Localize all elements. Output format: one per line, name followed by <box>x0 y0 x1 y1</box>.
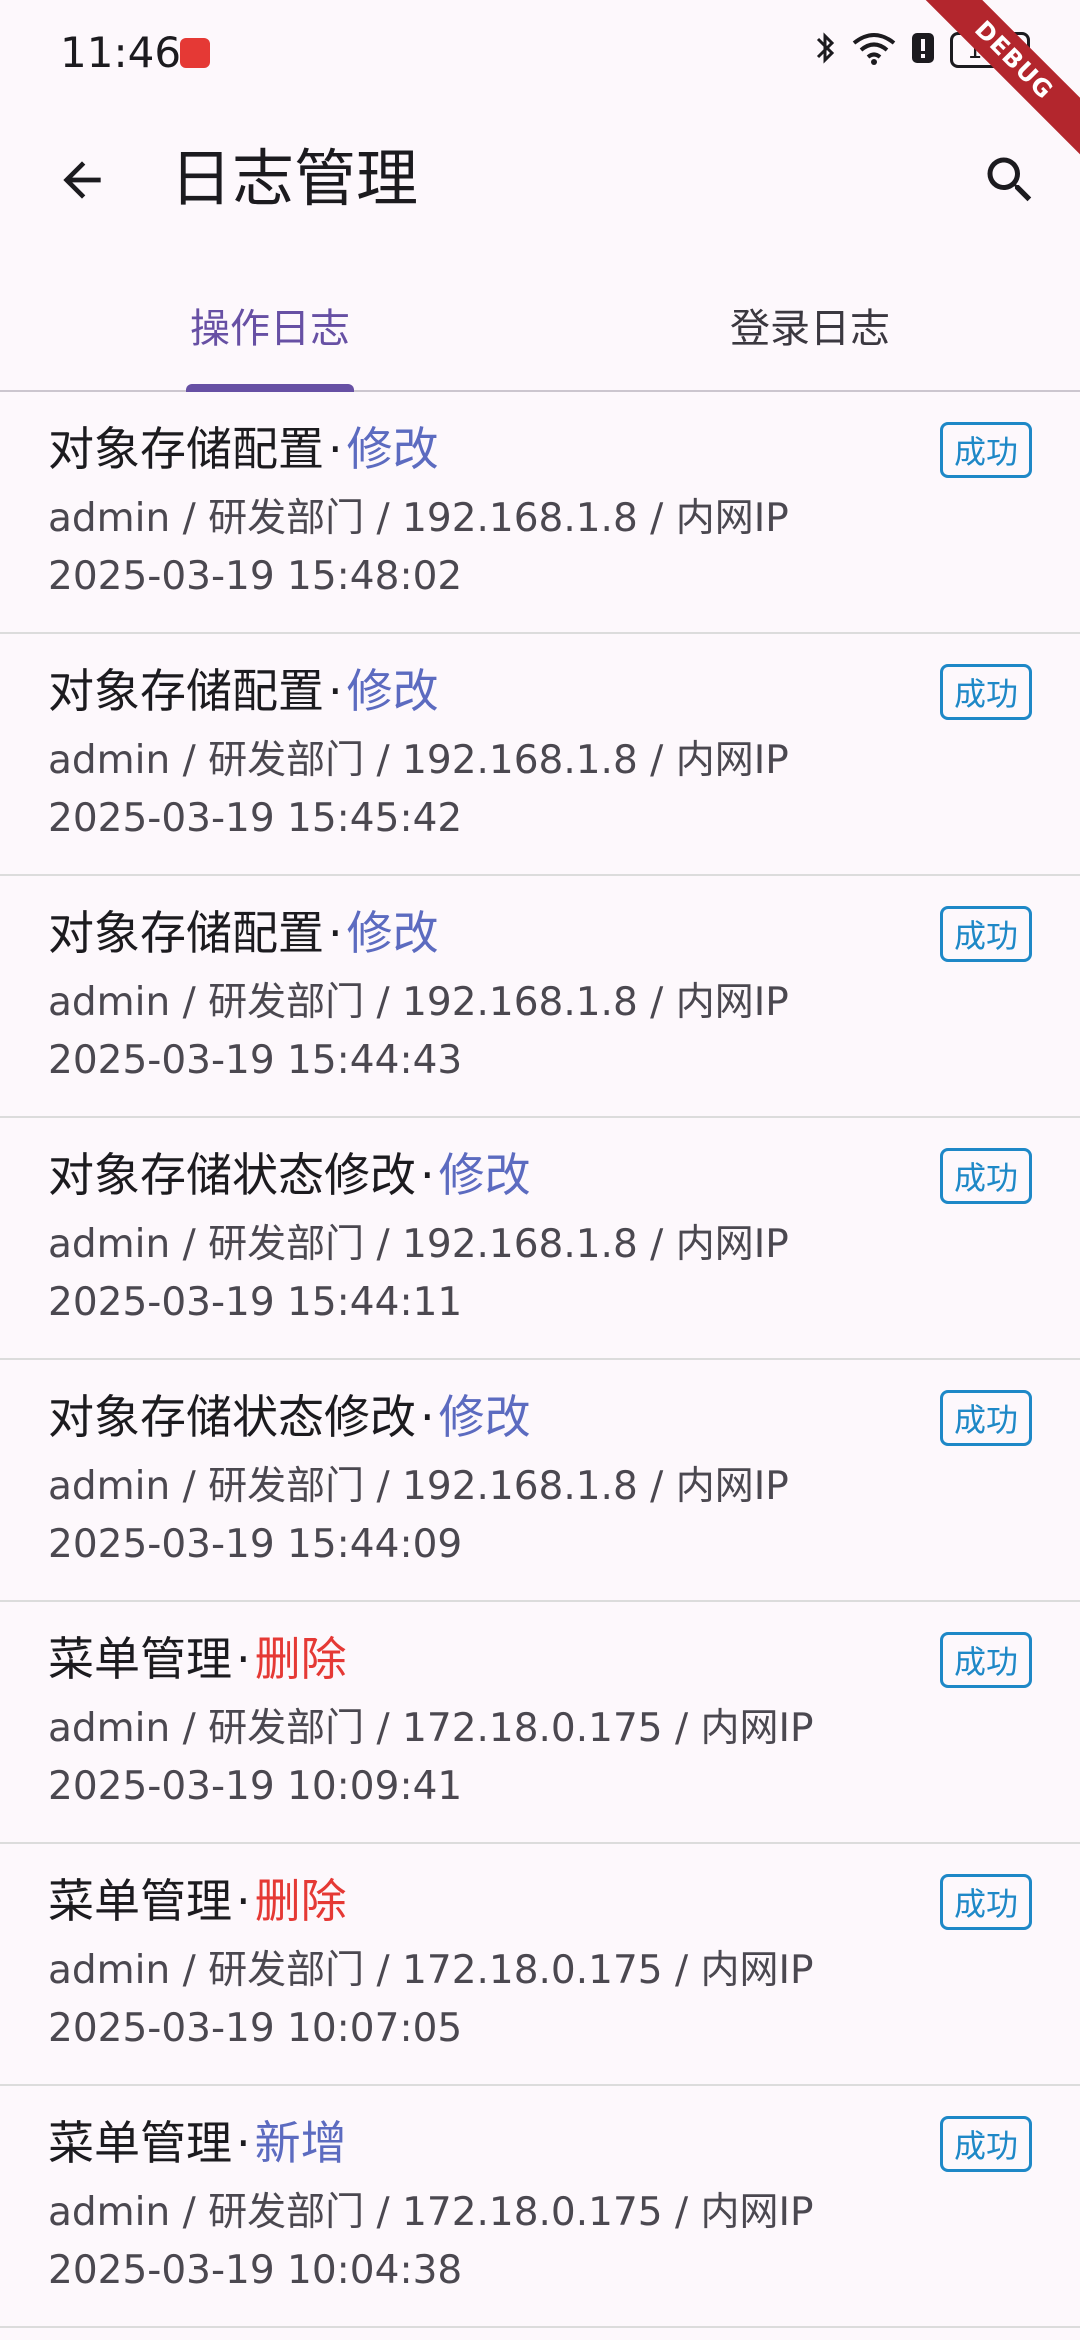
log-meta: admin / 研发部门 / 172.18.0.175 / 内网IP <box>48 2190 814 2235</box>
log-separator: · <box>236 2116 251 2170</box>
log-item[interactable]: 对象存储配置·修改 admin / 研发部门 / 192.168.1.8 / 内… <box>0 392 1080 634</box>
log-operation: 删除 <box>254 1632 347 1686</box>
tab-bar: 操作日志 登录日志 <box>0 260 1080 392</box>
log-meta: admin / 研发部门 / 172.18.0.175 / 内网IP <box>48 1948 814 1993</box>
log-time: 2025-03-19 10:04:38 <box>48 2248 463 2293</box>
app-bar: 日志管理 <box>0 110 1080 240</box>
tab-indicator <box>186 384 354 392</box>
log-module: 对象存储配置 <box>48 422 324 476</box>
log-separator: · <box>328 664 343 718</box>
log-module: 菜单管理 <box>48 1632 232 1686</box>
log-title: 对象存储配置·修改 <box>48 414 439 484</box>
alert-icon <box>910 31 936 69</box>
tab-operation-log[interactable]: 操作日志 <box>0 260 540 390</box>
log-time: 2025-03-19 10:09:41 <box>48 1764 463 1809</box>
log-meta: admin / 研发部门 / 192.168.1.8 / 内网IP <box>48 738 789 783</box>
log-item[interactable]: 菜单管理·删除 admin / 研发部门 / 172.18.0.175 / 内网… <box>0 1602 1080 1844</box>
log-separator: · <box>328 906 343 960</box>
log-title: 菜单管理·删除 <box>48 1624 347 1694</box>
log-module: 对象存储配置 <box>48 664 324 718</box>
page-title: 日志管理 <box>170 142 419 215</box>
log-module: 对象存储配置 <box>48 906 324 960</box>
status-time: 11:46 <box>60 28 182 77</box>
log-title: 对象存储配置·修改 <box>48 898 439 968</box>
status-badge: 成功 <box>940 906 1032 962</box>
log-list: 对象存储配置·修改 admin / 研发部门 / 192.168.1.8 / 内… <box>0 392 1080 2328</box>
status-badge: 成功 <box>940 2116 1032 2172</box>
log-title: 菜单管理·新增 <box>48 2108 347 2178</box>
log-meta: admin / 研发部门 / 192.168.1.8 / 内网IP <box>48 496 789 541</box>
log-separator: · <box>420 1390 435 1444</box>
log-time: 2025-03-19 10:07:05 <box>48 2006 463 2051</box>
log-meta: admin / 研发部门 / 192.168.1.8 / 内网IP <box>48 980 789 1025</box>
log-title: 菜单管理·删除 <box>48 1866 347 1936</box>
log-operation: 修改 <box>346 422 439 476</box>
status-badge: 成功 <box>940 422 1032 478</box>
log-separator: · <box>236 1632 251 1686</box>
log-separator: · <box>420 1148 435 1202</box>
log-title: 对象存储状态修改·修改 <box>48 1140 531 1210</box>
log-time: 2025-03-19 15:44:43 <box>48 1038 463 1083</box>
notification-app-icon <box>180 38 210 68</box>
log-operation: 修改 <box>438 1390 531 1444</box>
log-operation: 新增 <box>254 2116 347 2170</box>
tab-login-log[interactable]: 登录日志 <box>540 260 1080 390</box>
log-item[interactable]: 对象存储状态修改·修改 admin / 研发部门 / 192.168.1.8 /… <box>0 1360 1080 1602</box>
log-item[interactable]: 对象存储配置·修改 admin / 研发部门 / 192.168.1.8 / 内… <box>0 634 1080 876</box>
log-time: 2025-03-19 15:44:11 <box>48 1280 463 1325</box>
status-badge: 成功 <box>940 1148 1032 1204</box>
log-operation: 修改 <box>346 664 439 718</box>
search-icon <box>987 157 1032 202</box>
log-meta: admin / 研发部门 / 172.18.0.175 / 内网IP <box>48 1706 814 1751</box>
log-title: 对象存储配置·修改 <box>48 656 439 726</box>
log-item[interactable]: 菜单管理·删除 admin / 研发部门 / 172.18.0.175 / 内网… <box>0 1844 1080 2086</box>
log-item[interactable]: 对象存储配置·修改 admin / 研发部门 / 192.168.1.8 / 内… <box>0 876 1080 1118</box>
back-button[interactable] <box>42 140 122 220</box>
bluetooth-icon <box>814 30 838 70</box>
log-operation: 删除 <box>254 1874 347 1928</box>
log-title: 对象存储状态修改·修改 <box>48 1382 531 1452</box>
log-time: 2025-03-19 15:48:02 <box>48 554 463 599</box>
status-badge: 成功 <box>940 1874 1032 1930</box>
log-separator: · <box>328 422 343 476</box>
log-module: 菜单管理 <box>48 2116 232 2170</box>
log-module: 对象存储状态修改 <box>48 1390 416 1444</box>
wifi-icon <box>852 31 896 69</box>
log-operation: 修改 <box>438 1148 531 1202</box>
log-time: 2025-03-19 15:44:09 <box>48 1522 463 1567</box>
log-meta: admin / 研发部门 / 192.168.1.8 / 内网IP <box>48 1222 789 1267</box>
log-meta: admin / 研发部门 / 192.168.1.8 / 内网IP <box>48 1464 789 1509</box>
arrow-back-icon <box>63 161 101 199</box>
log-item[interactable]: 菜单管理·新增 admin / 研发部门 / 172.18.0.175 / 内网… <box>0 2086 1080 2328</box>
log-time: 2025-03-19 15:45:42 <box>48 796 463 841</box>
status-badge: 成功 <box>940 1632 1032 1688</box>
status-badge: 成功 <box>940 664 1032 720</box>
status-bar: 11:46 100 <box>0 0 1080 110</box>
log-separator: · <box>236 1874 251 1928</box>
log-operation: 修改 <box>346 906 439 960</box>
log-module: 菜单管理 <box>48 1874 232 1928</box>
log-module: 对象存储状态修改 <box>48 1148 416 1202</box>
status-badge: 成功 <box>940 1390 1032 1446</box>
search-button[interactable] <box>970 140 1050 220</box>
log-item[interactable]: 对象存储状态修改·修改 admin / 研发部门 / 192.168.1.8 /… <box>0 1118 1080 1360</box>
